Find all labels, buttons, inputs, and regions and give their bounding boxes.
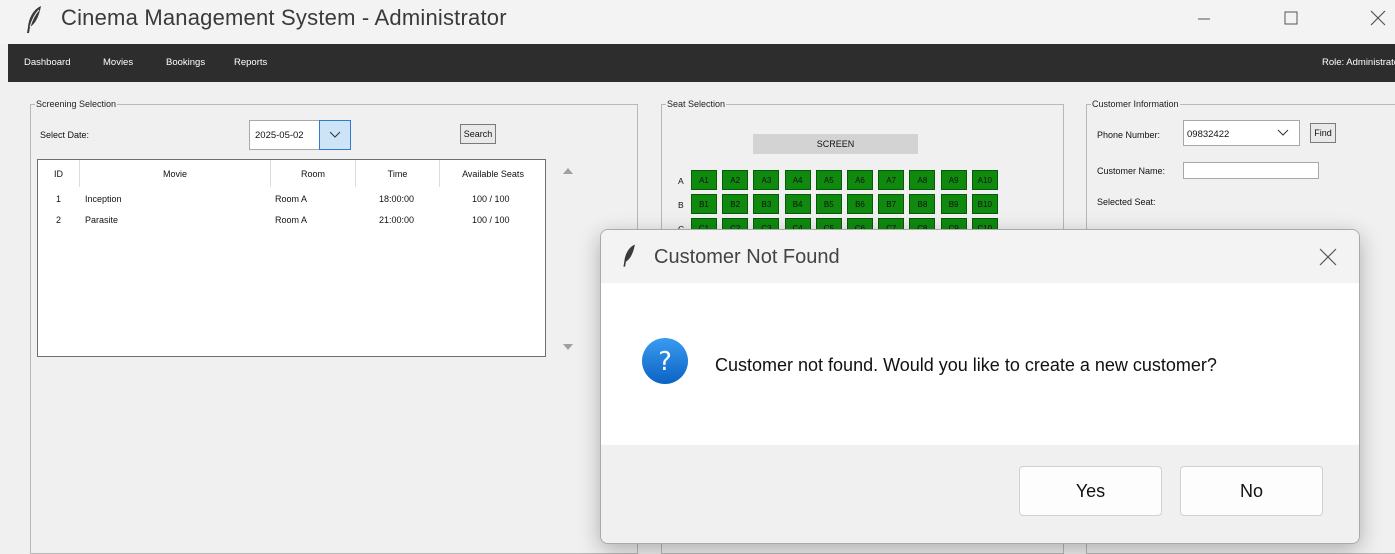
screening-group-label: Screening Selection [35,98,118,110]
column-header-id[interactable]: ID [38,160,80,187]
seat-button[interactable]: A8 [909,170,936,190]
seat-button[interactable]: B4 [784,194,811,214]
svg-text:?: ? [658,347,672,377]
dialog-message: Customer not found. Would you like to cr… [715,355,1217,375]
chevron-down-icon [329,131,341,138]
menu-bar: Dashboard Movies Bookings Reports Role: … [8,44,1395,82]
seat-button[interactable]: A5 [815,170,842,190]
feather-icon [623,244,635,267]
scroll-up-arrow-icon[interactable] [561,166,575,176]
column-header-room[interactable]: Room [271,160,356,187]
seat-button[interactable]: B3 [753,194,780,214]
cell-movie: Parasite [85,215,119,225]
find-button[interactable]: Find [1310,123,1336,143]
close-icon[interactable] [1319,248,1337,266]
column-header-available-seats[interactable]: Available Seats [440,160,546,187]
seat-row-label: B [678,200,684,210]
phone-number-combobox[interactable]: 09832422 [1183,120,1300,146]
close-button[interactable] [1355,0,1395,36]
column-header-movie[interactable]: Movie [80,160,271,187]
cell-available-seats: 100 / 100 [472,215,510,225]
cell-available-seats: 100 / 100 [472,194,510,204]
close-icon [1370,10,1386,26]
seat-button[interactable]: B6 [847,194,873,214]
phone-number-value: 09832422 [1187,129,1230,140]
seat-button[interactable]: A7 [878,170,905,190]
selected-seat-label: Selected Seat: [1097,197,1156,207]
cell-time: 21:00:00 [379,215,415,225]
seat-button[interactable]: A10 [971,170,998,190]
seat-button[interactable]: B8 [909,194,936,214]
seat-button[interactable]: B1 [691,194,717,214]
screenings-table: ID Movie Room Time Available Seats 1 Inc… [37,159,546,357]
seat-button[interactable]: A6 [847,170,873,190]
table-scrollbar[interactable] [552,160,584,360]
cell-id: 1 [56,194,62,204]
window-title: Cinema Management System - Administrator [61,5,507,30]
date-combobox[interactable]: 2025-05-02 [249,120,351,150]
dialog-title: Customer Not Found [654,246,840,268]
customer-group-label: Customer Information [1091,98,1180,110]
table-row[interactable]: 1 Inception Room A 18:00:00 100 / 100 [38,190,545,210]
scroll-down-arrow-icon[interactable] [561,342,575,352]
maximize-button[interactable] [1268,0,1314,36]
seat-button[interactable]: A3 [753,170,780,190]
seat-button[interactable]: B10 [971,194,998,214]
customer-name-input[interactable] [1183,162,1319,179]
seat-button[interactable]: B9 [940,194,967,214]
question-icon: ? [642,338,688,384]
search-button[interactable]: Search [460,124,496,144]
date-dropdown-button[interactable] [319,120,351,150]
dialog-body: ? Customer not found. Would you like to … [601,283,1359,445]
maximize-icon [1284,11,1298,25]
role-label: Role: Administrator [1322,57,1395,68]
menu-reports[interactable]: Reports [234,57,267,68]
customer-not-found-dialog: Customer Not Found ? Customer not found.… [600,229,1360,544]
cell-movie: Inception [85,194,122,204]
seat-button[interactable]: A1 [691,170,717,190]
menu-dashboard[interactable]: Dashboard [24,57,70,68]
menu-bookings[interactable]: Bookings [166,57,205,68]
cell-room: Room A [275,215,308,225]
cell-room: Room A [275,194,308,204]
title-bar: Cinema Management System - Administrator [0,0,1395,44]
seat-button[interactable]: B7 [878,194,905,214]
seat-button[interactable]: A4 [784,170,811,190]
menu-movies[interactable]: Movies [103,57,133,68]
screen-label: SCREEN [753,134,918,154]
chevron-down-icon[interactable] [1276,127,1290,139]
date-value: 2025-05-02 [255,130,304,141]
cell-id: 2 [56,215,62,225]
feather-icon [27,6,41,33]
column-header-time[interactable]: Time [356,160,440,187]
no-button[interactable]: No [1180,466,1323,516]
minimize-button[interactable] [1181,0,1227,36]
yes-button[interactable]: Yes [1019,466,1162,516]
table-row[interactable]: 2 Parasite Room A 21:00:00 100 / 100 [38,211,545,231]
cell-time: 18:00:00 [379,194,415,204]
phone-number-label: Phone Number: [1097,130,1161,140]
customer-name-label: Customer Name: [1097,166,1166,176]
dialog-title-bar: Customer Not Found [601,230,1359,283]
seat-group-label: Seat Selection [666,98,727,110]
select-date-label: Select Date: [40,130,90,140]
minimize-icon [1198,18,1210,20]
seat-button[interactable]: A2 [722,170,749,190]
seat-button[interactable]: B5 [815,194,842,214]
seat-row-label: A [678,176,684,186]
seat-button[interactable]: B2 [722,194,749,214]
seat-button[interactable]: A9 [940,170,967,190]
